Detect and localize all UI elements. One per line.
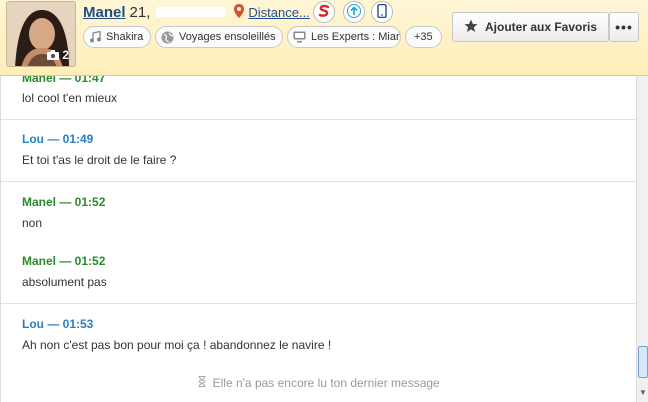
star-icon [464, 19, 478, 36]
tag-shakira[interactable]: Shakira [83, 26, 151, 48]
arrow-up-icon [347, 3, 361, 21]
tag-voyages[interactable]: Voyages ensoleillés [155, 26, 283, 48]
message-text: absolument pas [22, 275, 107, 289]
read-status-text: Elle n'a pas encore lu ton dernier messa… [212, 376, 440, 390]
message-group: Lou — 01:53 Ah non c'est pas bon pour mo… [1, 304, 636, 374]
message-group: Lou — 01:49 Et toi t'as le droit de le f… [1, 120, 636, 182]
profile-header: 2 Manel 21, Distance... Shakira Voyages … [0, 0, 648, 76]
message-sender: Lou — 01:53 [22, 317, 94, 331]
monitor-icon [293, 31, 306, 43]
tag-label: Voyages ensoleillés [179, 31, 276, 43]
profile-name-link[interactable]: Manel [83, 4, 126, 21]
tag-label: Shakira [106, 31, 144, 43]
music-note-icon [89, 31, 101, 43]
read-status: Elle n'a pas encore lu ton dernier messa… [1, 376, 636, 390]
distance-link[interactable]: Distance... [248, 5, 309, 20]
message-group: Manel — 01:47 lol cool t'en mieux [1, 76, 636, 120]
photo-count-value: 2 [62, 48, 69, 62]
scroll-down-arrow-icon[interactable]: ▼ [638, 388, 648, 398]
avatar[interactable]: 2 [6, 1, 76, 67]
redacted-location [156, 7, 227, 17]
scrollbar-thumb[interactable] [638, 346, 648, 378]
message-sender: Manel — 01:52 [22, 254, 106, 268]
message-sender: Manel — 01:52 [22, 195, 106, 209]
globe-icon [161, 31, 174, 44]
message-sender: Lou — 01:49 [22, 132, 94, 146]
more-options-button[interactable]: ••• [609, 12, 639, 42]
profile-age: 21, [129, 3, 151, 21]
photo-count: 2 [47, 48, 69, 62]
name-row: Manel 21, Distance... [83, 2, 310, 22]
location-pin-icon [234, 3, 245, 21]
s-logo-icon [317, 4, 331, 21]
more-tags-button[interactable]: +35 [405, 26, 442, 48]
chat-messages[interactable]: Manel — 01:47 lol cool t'en mieux Lou — … [0, 76, 636, 402]
more-tags-count: +35 [414, 31, 433, 43]
interest-tags: Shakira Voyages ensoleillés Les Experts … [83, 26, 442, 48]
tag-les-experts[interactable]: Les Experts : Mian [287, 26, 401, 48]
chat-scrollbar[interactable]: ▼ [636, 76, 648, 402]
superlike-button[interactable] [313, 1, 335, 23]
boost-button[interactable] [343, 1, 365, 23]
camera-icon [47, 50, 60, 60]
favorites-label: Ajouter aux Favoris [484, 20, 598, 34]
tag-label: Les Experts : Mian [311, 31, 401, 43]
phone-button[interactable] [371, 1, 393, 23]
message-text: Ah non c'est pas bon pour moi ça ! aband… [22, 338, 332, 352]
phone-icon [376, 3, 388, 21]
message-text: non [22, 216, 43, 230]
message-sender: Manel — 01:47 [22, 76, 106, 85]
message-text: lol cool t'en mieux [22, 91, 118, 105]
add-to-favorites-button[interactable]: Ajouter aux Favoris [452, 12, 609, 42]
message-group: Manel — 01:52 non Manel — 01:52 absolume… [1, 182, 636, 304]
hourglass-icon [198, 376, 209, 390]
message-text: Et toi t'as le droit de le faire ? [22, 153, 177, 167]
